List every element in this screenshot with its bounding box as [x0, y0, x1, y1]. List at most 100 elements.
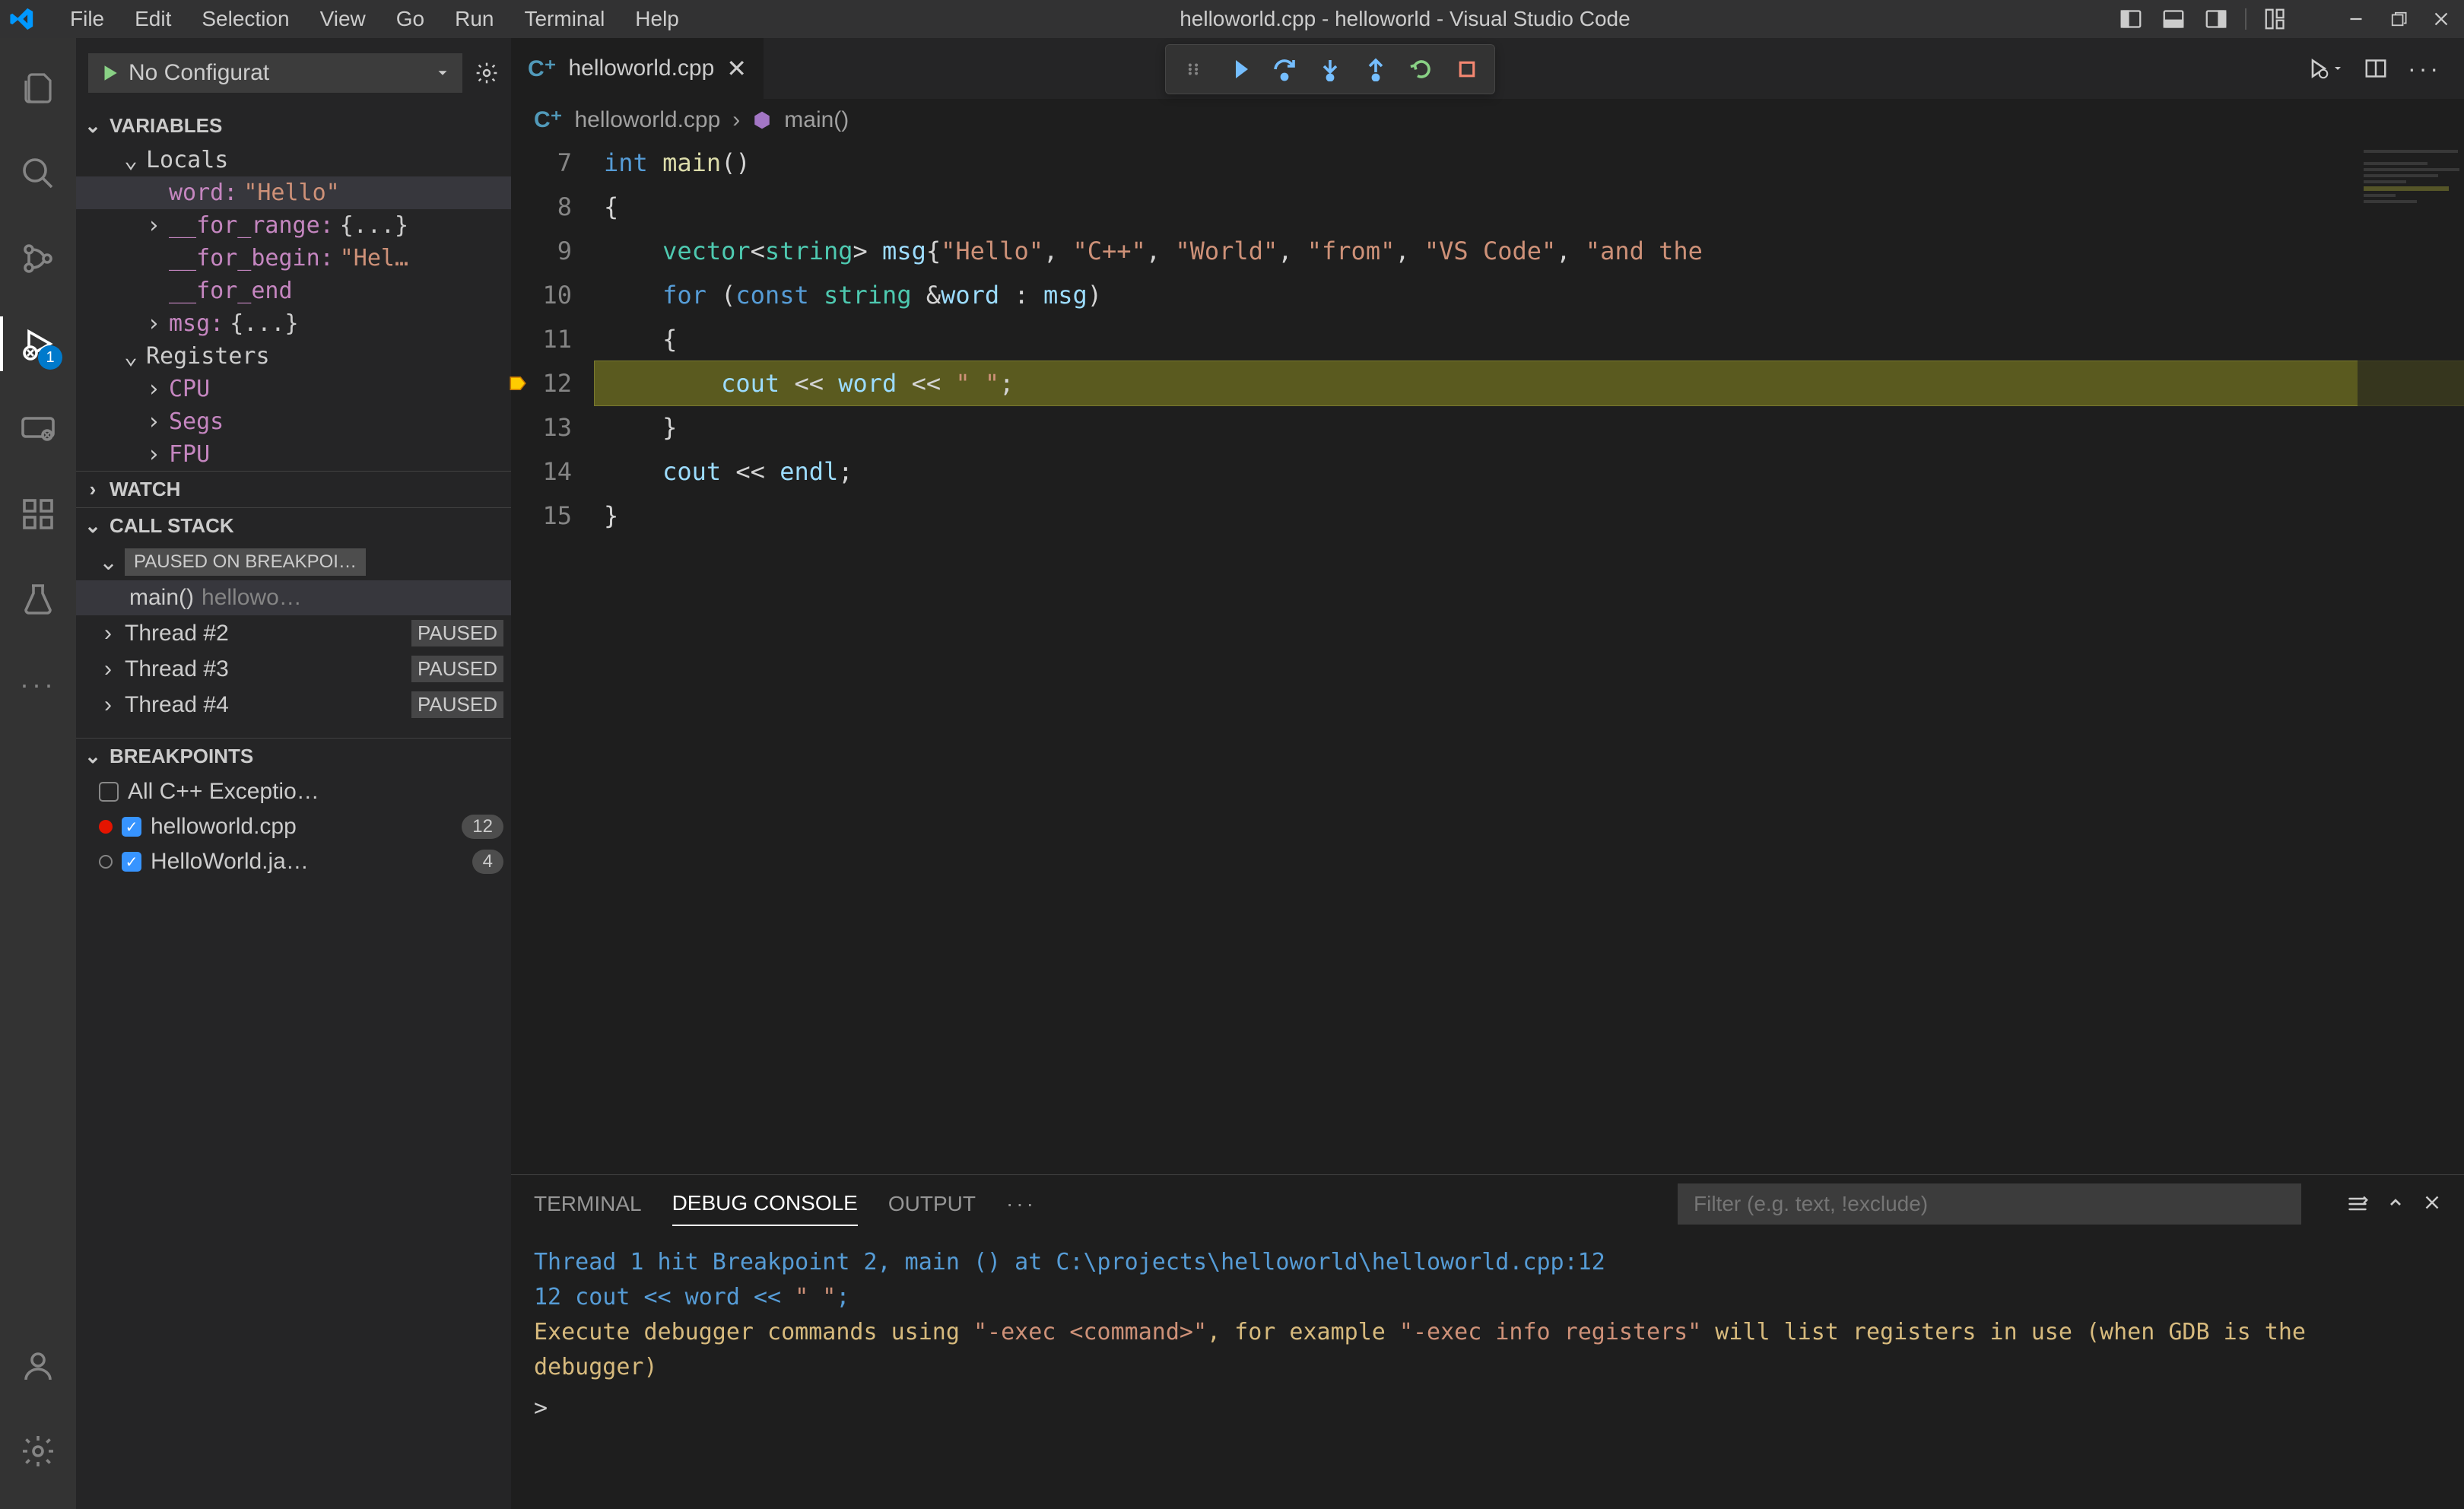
breadcrumb-file[interactable]: helloworld.cpp	[575, 107, 721, 133]
close-panel-icon[interactable]	[2423, 1193, 2441, 1215]
explorer-icon[interactable]	[11, 61, 65, 116]
restart-button[interactable]	[1402, 49, 1441, 89]
run-debug-icon[interactable]: 1	[11, 316, 65, 371]
console-filter-input[interactable]	[1678, 1183, 2301, 1225]
variable-for-begin[interactable]: __for_begin: "Hel…	[76, 242, 511, 275]
callstack-frame-main[interactable]: main() hellowo…	[76, 580, 511, 615]
checkbox-checked-icon[interactable]: ✓	[122, 817, 141, 837]
testing-icon[interactable]	[11, 572, 65, 627]
stop-button[interactable]	[1447, 49, 1487, 89]
symbol-method-icon	[752, 110, 772, 130]
tab-filename: helloworld.cpp	[569, 56, 715, 81]
minimap[interactable]	[2358, 141, 2464, 1174]
bp-line: 12	[462, 815, 503, 839]
search-icon[interactable]	[11, 146, 65, 201]
menu-terminal[interactable]: Terminal	[510, 2, 618, 36]
var-value: "Hello"	[243, 179, 339, 206]
step-over-button[interactable]	[1265, 49, 1304, 89]
chevron-right-icon: ›	[99, 656, 117, 682]
callstack-thread-3[interactable]: › Thread #3 PAUSED	[76, 651, 511, 687]
watch-section[interactable]: › WATCH	[76, 471, 511, 507]
variable-for-range[interactable]: › __for_range: {...}	[76, 209, 511, 242]
menu-go[interactable]: Go	[383, 2, 438, 36]
chevron-right-icon: ›	[99, 692, 117, 718]
source-control-icon[interactable]	[11, 231, 65, 286]
vscode-logo-icon	[9, 6, 35, 32]
continue-button[interactable]	[1219, 49, 1259, 89]
breakpoints-section[interactable]: ⌄ BREAKPOINTS	[76, 738, 511, 774]
debug-toolbar[interactable]	[1165, 44, 1495, 94]
more-actions-icon[interactable]: ···	[2408, 55, 2441, 83]
registers-scope[interactable]: ⌄ Registers	[76, 340, 511, 373]
variable-msg[interactable]: › msg: {...}	[76, 307, 511, 340]
menu-selection[interactable]: Selection	[188, 2, 303, 36]
breadcrumb-symbol[interactable]: main()	[784, 107, 849, 133]
close-tab-icon[interactable]: ✕	[726, 54, 747, 83]
play-icon	[100, 63, 119, 83]
checkbox-unchecked-icon[interactable]	[99, 782, 119, 802]
account-icon[interactable]	[11, 1339, 65, 1393]
register-cpu[interactable]: › CPU	[76, 373, 511, 405]
customize-layout-icon[interactable]	[2262, 5, 2289, 33]
maximize-panel-icon[interactable]	[2386, 1193, 2405, 1215]
menu-file[interactable]: File	[56, 2, 118, 36]
menu-view[interactable]: View	[306, 2, 379, 36]
close-button[interactable]	[2427, 5, 2455, 33]
bp-label: All C++ Exceptio…	[128, 779, 319, 805]
bottom-panel: TERMINAL DEBUG CONSOLE OUTPUT ···	[511, 1174, 2464, 1509]
step-into-button[interactable]	[1310, 49, 1350, 89]
bp-line: 4	[472, 850, 503, 874]
split-editor-icon[interactable]	[2365, 58, 2386, 79]
breakpoints-label: BREAKPOINTS	[110, 745, 253, 768]
checkbox-checked-icon[interactable]: ✓	[122, 852, 141, 872]
console-line: , for example	[1207, 1319, 1399, 1345]
run-dropdown-icon[interactable]	[2307, 58, 2344, 79]
console-prompt[interactable]: >	[534, 1391, 2441, 1426]
clear-console-icon[interactable]	[2347, 1193, 2368, 1215]
step-out-button[interactable]	[1356, 49, 1396, 89]
minimize-button[interactable]	[2342, 5, 2370, 33]
current-execution-icon	[508, 373, 528, 393]
callstack-session[interactable]: ⌄ PAUSED ON BREAKPOI…	[76, 544, 511, 580]
panel-tab-output[interactable]: OUTPUT	[888, 1183, 976, 1225]
callstack-thread-4[interactable]: › Thread #4 PAUSED	[76, 687, 511, 723]
maximize-button[interactable]	[2385, 5, 2412, 33]
variables-section[interactable]: ⌄ VARIABLES	[76, 108, 511, 144]
callstack-section[interactable]: ⌄ CALL STACK	[76, 507, 511, 544]
registers-label: Registers	[146, 343, 270, 370]
callstack-thread-2[interactable]: › Thread #2 PAUSED	[76, 615, 511, 651]
frame-name: main()	[129, 585, 194, 611]
layout-icon-2[interactable]	[2160, 5, 2187, 33]
panel-tab-terminal[interactable]: TERMINAL	[534, 1183, 642, 1225]
remote-icon[interactable]	[11, 402, 65, 456]
code-lines[interactable]: int main() { vector<string> msg{"Hello",…	[595, 141, 2464, 1174]
editor-tab-helloworld[interactable]: C⁺ helloworld.cpp ✕	[511, 38, 764, 99]
layout-icon-3[interactable]	[2202, 5, 2230, 33]
variable-word[interactable]: word: "Hello"	[76, 176, 511, 209]
debug-console-output[interactable]: Thread 1 hit Breakpoint 2, main () at C:…	[511, 1233, 2464, 1509]
menu-edit[interactable]: Edit	[121, 2, 185, 36]
breadcrumb[interactable]: C⁺ helloworld.cpp › main()	[511, 99, 2464, 141]
breakpoint-all-cpp[interactable]: All C++ Exceptio…	[76, 774, 511, 809]
register-segs[interactable]: › Segs	[76, 405, 511, 438]
variable-for-end[interactable]: __for_end	[76, 275, 511, 307]
register-fpu[interactable]: › FPU	[76, 438, 511, 471]
extensions-icon[interactable]	[11, 487, 65, 542]
run-config-select[interactable]: No Configurat	[88, 53, 462, 93]
code-editor[interactable]: 7 8 9 10 11 12 13 14 15 int main() { ve	[511, 141, 2464, 1174]
locals-scope[interactable]: ⌄ Locals	[76, 144, 511, 176]
thread-name: Thread #4	[125, 692, 229, 718]
panel-tab-debug-console[interactable]: DEBUG CONSOLE	[672, 1182, 858, 1226]
more-icon[interactable]: ···	[11, 657, 65, 712]
line-number: 9	[511, 229, 572, 273]
layout-icon-1[interactable]	[2117, 5, 2145, 33]
panel-tab-more[interactable]: ···	[1006, 1183, 1037, 1225]
menu-help[interactable]: Help	[621, 2, 693, 36]
drag-handle-icon[interactable]	[1173, 49, 1213, 89]
settings-gear-icon[interactable]	[11, 1424, 65, 1479]
breakpoint-helloworld[interactable]: ✓ helloworld.cpp 12	[76, 809, 511, 844]
menu-run[interactable]: Run	[441, 2, 507, 36]
settings-icon[interactable]	[475, 61, 499, 85]
thread-state: PAUSED	[411, 691, 503, 718]
breakpoint-helloworld-java[interactable]: ✓ HelloWorld.ja… 4	[76, 844, 511, 879]
